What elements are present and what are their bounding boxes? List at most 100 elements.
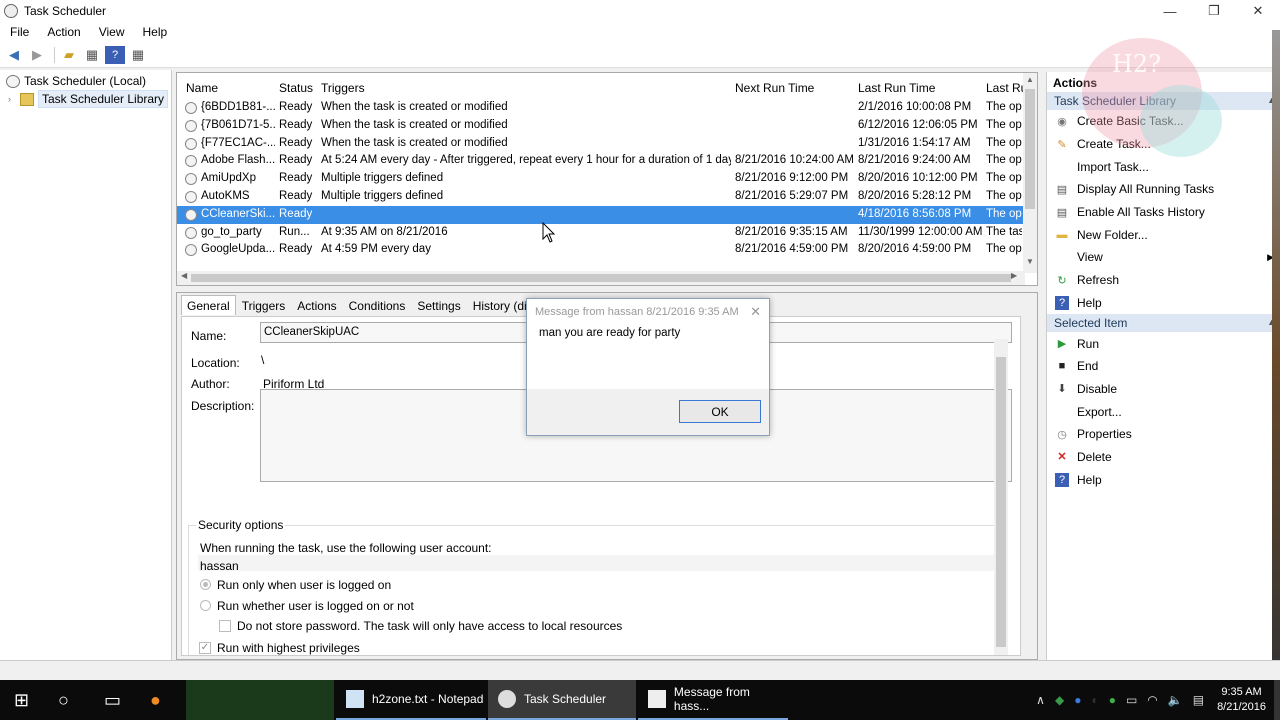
task-list-vscroll[interactable]: ▲ ▼ [1023, 73, 1037, 273]
tab-settings[interactable]: Settings [411, 295, 466, 315]
cell-result: The op [986, 172, 1022, 185]
toolbar: ◀ ▶ ▰ ▦ ? ▦ [0, 42, 1280, 68]
folder-icon: ▬ [1056, 228, 1068, 241]
action-display-running[interactable]: ▤ Display All Running Tasks [1047, 178, 1280, 201]
cell-status: Ready [279, 101, 313, 113]
cell-name: {F77EC1AC-... [201, 136, 275, 149]
help-icon[interactable]: ? [105, 45, 125, 64]
action-run[interactable]: ▶ Run [1047, 332, 1280, 355]
clock-date: 8/21/2016 [1217, 701, 1266, 713]
forward-arrow-icon[interactable]: ▶ [27, 46, 47, 64]
clock-icon [185, 102, 197, 114]
table-row[interactable]: AmiUpdXp Ready Multiple triggers defined 8/… [177, 170, 1023, 188]
action-delete[interactable]: ✕ Delete [1047, 446, 1280, 469]
tree-item-local[interactable]: Task Scheduler (Local) [0, 72, 171, 90]
table-row[interactable]: GoogleUpda... Ready At 4:59 PM every day 8/… [177, 241, 1023, 259]
table-row[interactable]: go_to_party Run... At 9:35 AM on 8/21/2016… [177, 224, 1023, 242]
table-row[interactable]: {7B061D71-5... Ready When the task is crea… [177, 117, 1023, 135]
close-button[interactable]: ✕ [1236, 0, 1280, 22]
show-hide-tree-icon[interactable]: ▦ [82, 46, 102, 64]
cell-last: 8/20/2016 4:59:00 PM [858, 243, 972, 256]
whether-logged-on-label: Run whether user is logged on or not [217, 599, 414, 613]
column-triggers[interactable]: Triggers [321, 81, 365, 95]
clock[interactable]: 9:35 AM 8/21/2016 [1217, 685, 1266, 715]
action-end[interactable]: ■ End [1047, 355, 1280, 378]
menu-help[interactable]: Help [133, 25, 176, 39]
status-green-icon[interactable]: ● [1109, 693, 1116, 707]
action-view[interactable]: View ▶ [1047, 246, 1280, 269]
show-desktop-button[interactable] [1274, 680, 1280, 720]
up-folder-icon[interactable]: ▰ [59, 46, 79, 64]
action-help[interactable]: ? Help [1047, 292, 1280, 315]
show-hidden-icons-icon[interactable]: ∧ [1036, 693, 1045, 707]
column-status[interactable]: Status [279, 81, 313, 95]
actions-section-selected[interactable]: Selected Item ▲ [1047, 314, 1280, 333]
firefox-icon[interactable]: ● [150, 690, 161, 711]
action-new-folder[interactable]: ▬ New Folder... [1047, 223, 1280, 246]
ok-button[interactable]: OK [679, 400, 761, 423]
power-icon[interactable]: ▭ [1126, 693, 1137, 707]
clock-icon [185, 244, 197, 257]
stop-icon: ■ [1058, 360, 1066, 373]
column-last-run[interactable]: Last Run Time [858, 81, 935, 95]
network-tray-icon[interactable]: ◆ [1055, 693, 1064, 707]
radio-whether-logged-on[interactable] [200, 600, 211, 611]
dialog-close-icon[interactable]: ✕ [750, 304, 761, 320]
action-disable[interactable]: ⬇ Disable [1047, 378, 1280, 401]
security-options-label: Security options [196, 518, 286, 532]
table-row[interactable]: {F77EC1AC-... Ready When the task is creat… [177, 135, 1023, 153]
tree-item-library[interactable]: › Task Scheduler Library [0, 90, 171, 108]
action-refresh[interactable]: ↻ Refresh [1047, 269, 1280, 292]
action-import-task[interactable]: Import Task... [1047, 155, 1280, 178]
bluetooth-icon[interactable]: ● [1074, 693, 1081, 707]
security-icon[interactable]: ◐ [1091, 693, 1098, 707]
menu-file[interactable]: File [0, 25, 37, 39]
maximize-button[interactable]: ❐ [1192, 0, 1236, 22]
taskbar-task-scheduler[interactable]: Task Scheduler [488, 680, 636, 720]
tab-conditions[interactable]: Conditions [343, 295, 412, 315]
column-name[interactable]: Name [186, 81, 218, 95]
action-help-selected[interactable]: ? Help [1047, 468, 1280, 491]
actions-pane: Actions Task Scheduler Library ▲ ◉Create… [1046, 72, 1280, 660]
wifi-icon[interactable]: ◠ [1147, 693, 1157, 707]
notification-icon[interactable]: ▤ [1193, 693, 1204, 707]
radio-logged-on[interactable] [200, 579, 211, 590]
taskbar-message[interactable]: Message from hass... [638, 680, 788, 720]
tab-general[interactable]: General [181, 295, 236, 315]
minimize-button[interactable]: — [1148, 0, 1192, 22]
column-next-run[interactable]: Next Run Time [735, 81, 814, 95]
action-export[interactable]: Export... [1047, 400, 1280, 423]
cell-status: Ready [279, 190, 313, 202]
task-view-icon[interactable]: ▭ [104, 690, 121, 711]
menu-action[interactable]: Action [37, 25, 88, 39]
windows-start-icon[interactable]: ⊞ [14, 690, 29, 711]
table-row[interactable]: CCleanerSki... Ready 4/18/2016 8:56:08 PM T… [177, 205, 1023, 224]
table-row[interactable]: Adobe Flash... Ready At 5:24 AM every day … [177, 152, 1023, 170]
task-list-hscroll[interactable]: ◀ ▶ [177, 271, 1025, 285]
action-properties[interactable]: ◷ Properties [1047, 423, 1280, 446]
tree-child-label: Task Scheduler Library [38, 90, 169, 108]
back-arrow-icon[interactable]: ◀ [4, 46, 24, 64]
column-last-result[interactable]: Last Ru [986, 81, 1027, 95]
tab-triggers[interactable]: Triggers [236, 295, 292, 315]
table-row[interactable]: AutoKMS Ready Multiple triggers defined 8/2… [177, 188, 1023, 206]
menu-view[interactable]: View [89, 25, 133, 39]
checkbox-highest-privileges[interactable]: ✓ [199, 642, 211, 654]
cell-last: 4/18/2016 8:56:08 PM [858, 207, 972, 220]
volume-icon[interactable]: 🔈 [1168, 693, 1183, 707]
expand-arrow-icon[interactable]: › [8, 94, 20, 104]
cell-last: 8/20/2016 5:28:12 PM [858, 190, 972, 202]
tab-actions[interactable]: Actions [291, 295, 342, 315]
taskbar-notepad[interactable]: h2zone.txt - Notepad [336, 680, 486, 720]
export-icon [1055, 405, 1069, 419]
action-enable-history[interactable]: ▤ Enable All Tasks History [1047, 201, 1280, 224]
cell-result: The tas [986, 225, 1022, 238]
details-vscroll[interactable] [994, 339, 1008, 655]
table-row[interactable]: {6BDD1B81-... Ready When the task is creat… [177, 99, 1023, 117]
refresh-icon: ↻ [1057, 274, 1067, 287]
search-icon[interactable]: ○ [58, 690, 69, 711]
show-hide-action-pane-icon[interactable]: ▦ [128, 46, 148, 64]
action-label: Export... [1077, 404, 1122, 419]
blurred-app[interactable] [186, 680, 334, 720]
checkbox-no-password[interactable] [219, 620, 231, 632]
